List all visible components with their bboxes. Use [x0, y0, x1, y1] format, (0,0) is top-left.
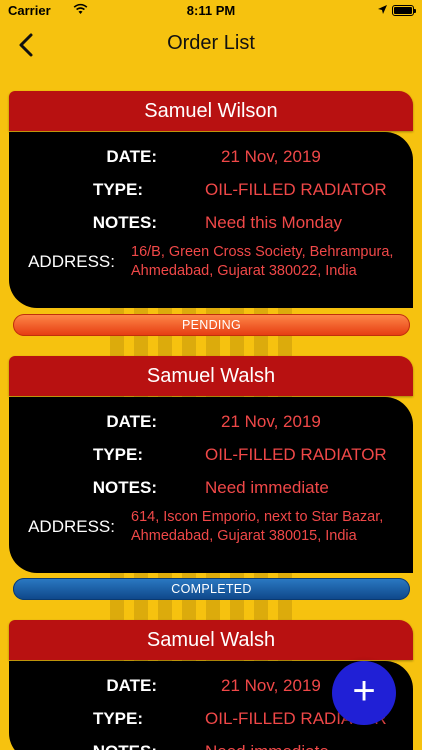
type-value: OIL-FILLED RADIATOR [205, 179, 387, 199]
order-details: DATE: 21 Nov, 2019 TYPE: OIL-FILLED RADI… [9, 397, 413, 573]
customer-name: Samuel Walsh [9, 620, 413, 660]
battery-icon [392, 5, 416, 16]
status-badge-completed[interactable]: COMPLETED [13, 578, 410, 600]
date-value: 21 Nov, 2019 [221, 675, 321, 695]
date-value: 21 Nov, 2019 [221, 411, 321, 431]
date-row: DATE: 21 Nov, 2019 [9, 405, 413, 438]
notes-value: Need immediate [205, 742, 329, 750]
date-label: DATE: [106, 411, 157, 431]
nav-bar: Order List [0, 22, 422, 66]
type-row: TYPE: OIL-FILLED RADIATOR [9, 438, 413, 471]
address-value: 16/B, Green Cross Society, Behrampura, A… [131, 244, 394, 279]
customer-name: Samuel Wilson [9, 91, 413, 131]
customer-name: Samuel Walsh [9, 356, 413, 396]
notes-label: NOTES: [92, 477, 157, 497]
location-arrow-icon [377, 3, 388, 18]
status-badge-pending[interactable]: PENDING [13, 314, 410, 336]
page-title: Order List [167, 32, 255, 54]
address-value: 614, Iscon Emporio, next to Star Bazar, … [131, 509, 384, 544]
notes-label: NOTES: [9, 742, 157, 750]
address-label: ADDRESS: [28, 252, 115, 271]
address-row: ADDRESS: 16/B, Green Cross Society, Behr… [9, 239, 413, 289]
date-value: 21 Nov, 2019 [221, 146, 321, 166]
date-label: DATE: [106, 146, 157, 166]
address-row: ADDRESS: 614, Iscon Emporio, next to Sta… [9, 504, 413, 554]
type-value: OIL-FILLED RADIATOR [205, 444, 387, 464]
notes-row: NOTES: Need immediate [9, 471, 413, 504]
date-row: DATE: 21 Nov, 2019 [9, 140, 413, 173]
add-order-button[interactable]: + [332, 661, 396, 725]
clock-time: 8:11 PM [186, 3, 236, 18]
notes-label: NOTES: [92, 212, 157, 232]
notes-row: NOTES: Need immediate [9, 735, 413, 750]
status-bar: Carrier 8:11 PM [0, 0, 422, 22]
order-card[interactable]: Samuel Wilson DATE: 21 Nov, 2019 TYPE: O… [9, 91, 413, 308]
type-row: TYPE: OIL-FILLED RADIATOR [9, 173, 413, 206]
notes-value: Need immediate [205, 477, 329, 497]
date-label: DATE: [106, 675, 157, 695]
order-details: DATE: 21 Nov, 2019 TYPE: OIL-FILLED RADI… [9, 132, 413, 308]
notes-value: Need this Monday [205, 212, 343, 232]
notes-row: NOTES: Need this Monday [9, 206, 413, 239]
type-label: TYPE: [92, 708, 143, 728]
address-label: ADDRESS: [28, 517, 115, 536]
type-label: TYPE: [92, 179, 143, 199]
order-card[interactable]: Samuel Walsh DATE: 21 Nov, 2019 TYPE: OI… [9, 356, 413, 573]
type-label: TYPE: [92, 444, 143, 464]
